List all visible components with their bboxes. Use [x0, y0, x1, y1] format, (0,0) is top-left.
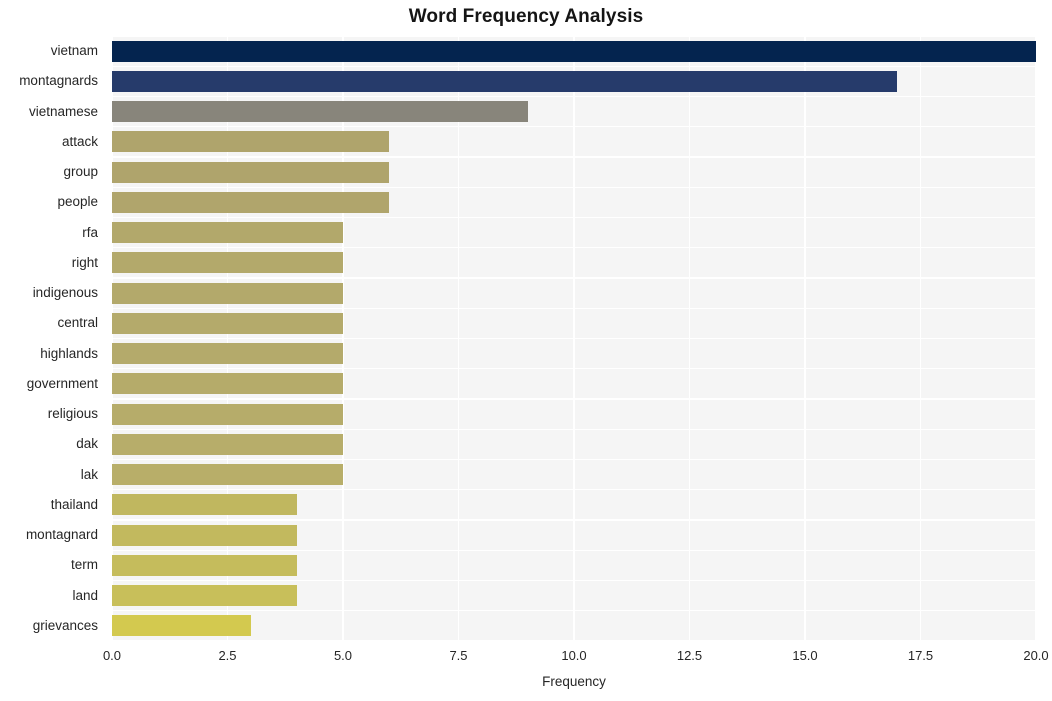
- y-axis-tick-label: central: [0, 315, 105, 331]
- y-axis-tick-label: rfa: [0, 225, 105, 241]
- x-axis-tick-label: 7.5: [449, 648, 468, 663]
- bar: [112, 343, 343, 365]
- y-axis-tick-label: land: [0, 588, 105, 604]
- y-axis-tick-label: dak: [0, 436, 105, 452]
- x-axis-tick-label: 2.5: [218, 648, 237, 663]
- y-axis-tick-text: group: [63, 164, 98, 180]
- vertical-gridline: [457, 36, 460, 641]
- y-axis-tick-text: religious: [47, 406, 98, 422]
- bar: [112, 252, 343, 274]
- vertical-gridline: [919, 36, 922, 641]
- y-axis-tick-text: highlands: [40, 345, 98, 361]
- y-axis-tick-text: montagnards: [19, 73, 98, 89]
- bar: [112, 494, 297, 516]
- x-axis-title: Frequency: [542, 674, 606, 689]
- y-axis-tick-label: grievances: [0, 618, 105, 634]
- bar: [112, 373, 343, 395]
- bar: [112, 131, 390, 153]
- vertical-gridline: [573, 36, 575, 641]
- plot-area: [112, 36, 1036, 641]
- bar: [112, 312, 343, 334]
- bar: [112, 433, 343, 455]
- y-axis-tick-label: thailand: [0, 497, 105, 513]
- y-axis-tick-text: government: [26, 375, 98, 391]
- y-axis-tick-text: vietnamese: [28, 103, 98, 119]
- y-axis-tick-text: vietnam: [50, 43, 98, 59]
- bar: [112, 161, 390, 183]
- y-axis-tick-text: indigenous: [32, 285, 98, 301]
- vertical-gridline: [688, 36, 691, 641]
- x-axis-tick-label: 15.0: [792, 648, 818, 663]
- bar: [112, 524, 297, 546]
- y-axis-tick-text: grievances: [32, 617, 98, 633]
- bar: [112, 554, 297, 576]
- y-axis-tick-label: lak: [0, 467, 105, 483]
- y-axis-tick-label: government: [0, 376, 105, 392]
- y-axis-tick-label: right: [0, 255, 105, 271]
- y-axis-tick-label: indigenous: [0, 285, 105, 301]
- vertical-gridline: [342, 36, 344, 641]
- vertical-gridline: [1035, 36, 1036, 641]
- y-axis-tick-label: group: [0, 164, 105, 180]
- vertical-gridline: [226, 36, 229, 641]
- y-axis-tick-text: land: [72, 587, 98, 603]
- x-axis-tick-label: 5.0: [333, 648, 353, 663]
- bar: [112, 464, 343, 486]
- y-axis-tick-text: lak: [80, 466, 98, 482]
- x-axis-tick-label: 17.5: [907, 648, 934, 663]
- x-axis-tick-label: 12.5: [676, 648, 703, 663]
- bar: [112, 40, 1036, 62]
- bar: [112, 70, 898, 92]
- y-axis-tick-text: montagnard: [25, 527, 98, 543]
- y-axis-tick-label: montagnards: [0, 73, 105, 89]
- y-axis-tick-text: attack: [61, 133, 98, 149]
- y-axis-tick-label: montagnard: [0, 527, 105, 543]
- y-axis-tick-text: right: [71, 254, 98, 270]
- y-axis-tick-label: people: [0, 194, 105, 210]
- x-axis-tick-label: 0.0: [102, 648, 122, 663]
- bar: [112, 282, 343, 304]
- x-axis-tick-label: 20.0: [1023, 648, 1049, 663]
- y-axis-tick-label: vietnam: [0, 43, 105, 59]
- y-axis-tick-text: term: [71, 557, 98, 573]
- bar: [112, 101, 528, 123]
- bar: [112, 403, 343, 425]
- bar: [112, 615, 251, 637]
- y-axis-tick-label: term: [0, 557, 105, 573]
- y-axis-tick-text: rfa: [82, 224, 98, 240]
- y-axis-tick-text: thailand: [50, 496, 98, 512]
- y-axis-tick-label: religious: [0, 406, 105, 422]
- y-axis-tick-label: highlands: [0, 346, 105, 362]
- y-axis-tick-text: dak: [76, 436, 98, 452]
- page-title: Word Frequency Analysis: [408, 6, 644, 27]
- bar: [112, 585, 297, 607]
- bar: [112, 191, 390, 213]
- x-axis-tick-label: 10.0: [561, 648, 587, 663]
- bar: [112, 222, 343, 244]
- y-axis-tick-text: people: [57, 194, 98, 210]
- y-axis-tick-text: central: [57, 315, 98, 331]
- y-axis-tick-label: attack: [0, 134, 105, 150]
- vertical-gridline: [804, 36, 806, 641]
- chart-figure: Word Frequency Analysis vietnam montagnar…: [0, 0, 1052, 701]
- y-axis-tick-label: vietnamese: [0, 104, 105, 120]
- vertical-gridline: [112, 36, 113, 641]
